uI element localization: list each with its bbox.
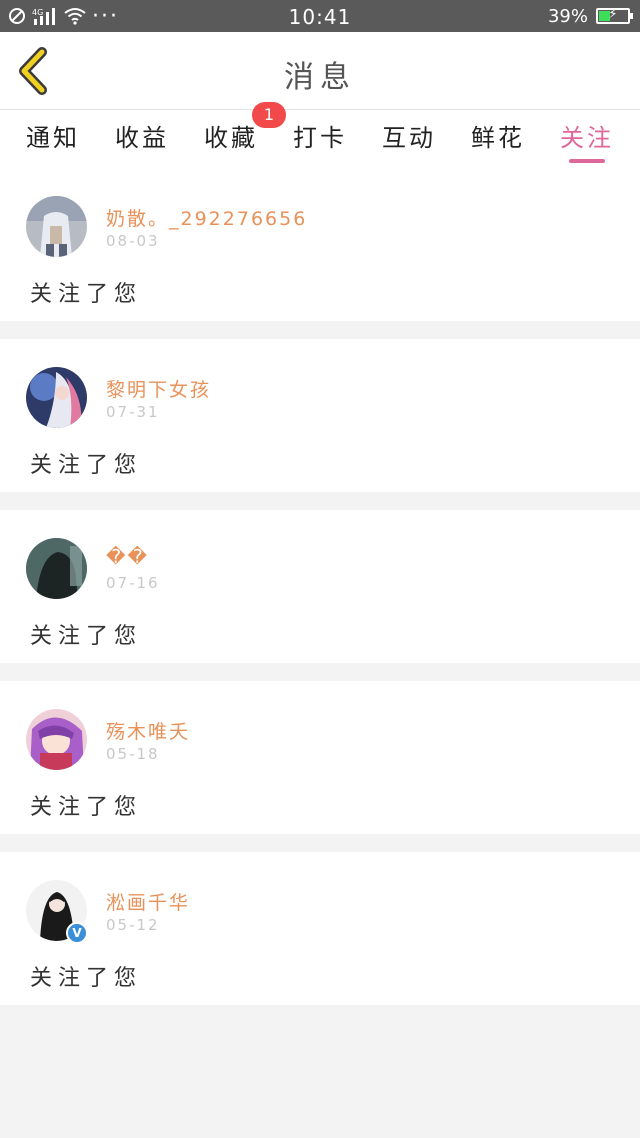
- username[interactable]: 淞画千华: [106, 888, 190, 915]
- tab-flowers[interactable]: 鲜花: [463, 118, 533, 162]
- tab-label: 互动: [382, 124, 436, 152]
- tab-checkin[interactable]: 打卡: [285, 118, 355, 162]
- battery-percent: 39%: [547, 5, 588, 27]
- follow-message: 关注了您: [30, 453, 143, 478]
- tab-label: 收益: [115, 124, 169, 152]
- follow-date: 05-18: [106, 745, 160, 763]
- tab-interaction[interactable]: 互动: [374, 118, 444, 162]
- tab-label: 通知: [26, 124, 80, 152]
- tab-label: 打卡: [293, 124, 347, 152]
- follow-message: 关注了您: [30, 795, 143, 820]
- follow-date: 07-16: [106, 574, 160, 592]
- username[interactable]: 奶散。_292276656: [106, 204, 307, 231]
- list-item[interactable]: 殇木唯夭 05-18 关注了您: [0, 681, 640, 834]
- page-title: 消息: [284, 60, 356, 95]
- follow-date: 05-12: [106, 916, 160, 934]
- avatar[interactable]: [26, 367, 87, 428]
- header: 消息: [0, 32, 640, 110]
- list-item[interactable]: 奶散。_292276656 08-03 关注了您: [0, 168, 640, 321]
- favorites-badge: 1: [252, 102, 286, 128]
- username[interactable]: 殇木唯夭: [106, 717, 190, 744]
- tab-label: 收藏: [204, 124, 258, 152]
- follow-date: 07-31: [106, 403, 160, 421]
- status-bar: 4G ··· 10:41 39% ⚡: [0, 0, 640, 32]
- active-tab-underline: [569, 159, 605, 163]
- avatar[interactable]: [26, 709, 87, 770]
- avatar-image: [26, 538, 87, 599]
- tab-follows[interactable]: 关注: [552, 118, 622, 163]
- tab-earnings[interactable]: 收益: [107, 118, 177, 162]
- follow-date: 08-03: [106, 232, 160, 250]
- avatar[interactable]: [26, 538, 87, 599]
- username[interactable]: ��: [106, 546, 149, 568]
- tab-notifications[interactable]: 通知: [18, 118, 88, 162]
- battery-icon: ⚡: [596, 7, 633, 24]
- tab-label: 关注: [560, 124, 614, 152]
- follow-list: 奶散。_292276656 08-03 关注了您 黎明下女孩 07-31 关注了…: [0, 168, 640, 1023]
- status-icons-right: 39% ⚡: [547, 4, 633, 28]
- follow-message: 关注了您: [30, 966, 143, 991]
- list-item[interactable]: V 淞画千华 05-12 关注了您: [0, 852, 640, 1005]
- avatar-image: [26, 709, 87, 770]
- avatar-image: [26, 367, 87, 428]
- avatar[interactable]: [26, 196, 87, 257]
- verified-badge: V: [66, 922, 88, 944]
- tab-bar: 通知 收益 收藏 1 打卡 互动 鲜花 关注: [0, 102, 640, 168]
- charging-bolt-icon: ⚡: [608, 7, 618, 22]
- list-item[interactable]: �� 07-16 关注了您: [0, 510, 640, 663]
- tab-label: 鲜花: [471, 124, 525, 152]
- follow-message: 关注了您: [30, 282, 143, 307]
- list-item[interactable]: 黎明下女孩 07-31 关注了您: [0, 339, 640, 492]
- avatar-image: [26, 196, 87, 257]
- clock: 10:41: [288, 5, 352, 29]
- username[interactable]: 黎明下女孩: [106, 375, 211, 402]
- follow-message: 关注了您: [30, 624, 143, 649]
